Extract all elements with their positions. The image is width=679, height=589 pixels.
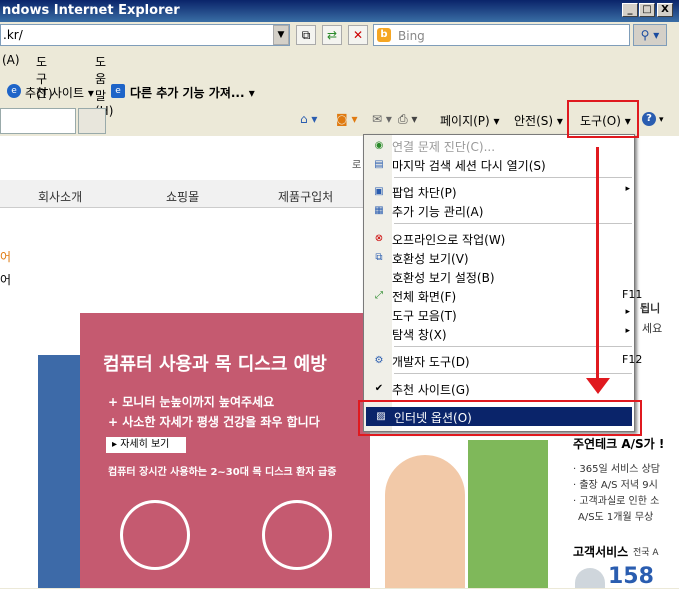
menu-favorites[interactable]: (A) — [2, 53, 20, 67]
as-item: · 고객과실로 인한 소 — [573, 496, 660, 507]
site-nav: 회사소개 쇼핑몰 제품구입처 — [0, 180, 365, 208]
diagnose-icon: ◉ — [374, 140, 384, 151]
feeds-icon[interactable]: ◙ ▾ — [336, 112, 357, 126]
annotation-box-tools — [567, 100, 639, 138]
ie-icon: e — [7, 84, 21, 98]
safety-menu[interactable]: 안전(S) ▾ — [514, 112, 563, 129]
offline-icon: ⊗ — [374, 233, 384, 244]
title-bar: ndows Internet Explorer _ □ X — [0, 0, 679, 22]
cs-label: 고객서비스 — [573, 545, 629, 559]
cs-sub: 전국 A — [633, 548, 659, 558]
annotation-arrowhead — [586, 378, 610, 394]
as-item: A/S도 1개월 무상 — [578, 512, 654, 523]
banner-line: + 사소한 자세가 평생 건강을 좌우 합니다 — [108, 415, 320, 429]
print-icon[interactable]: ⎙ ▾ — [398, 112, 417, 127]
window-title: ndows Internet Explorer — [2, 3, 180, 18]
search-placeholder: Bing — [398, 29, 425, 43]
annotation-arrow — [596, 147, 599, 384]
address-bar[interactable]: .kr/ — [0, 24, 290, 46]
reopen-icon: ▤ — [374, 159, 384, 170]
search-input[interactable]: b Bing — [373, 24, 630, 46]
banner-line: + 모니터 눈높이까지 높여주세요 — [108, 395, 275, 409]
active-tab[interactable] — [0, 108, 76, 134]
bing-icon: b — [377, 28, 391, 42]
page-fragment: 됩니 — [640, 302, 661, 315]
page-fragment: 로 — [352, 160, 362, 171]
minimize-button[interactable]: _ — [622, 3, 638, 17]
page-fragment: 어 — [0, 250, 12, 264]
nav-where-to-buy[interactable]: 제품구입처 — [278, 188, 333, 205]
new-tab-button[interactable] — [78, 108, 106, 134]
as-title: 주연테크 A/S가 ! — [573, 437, 665, 451]
get-addons-link[interactable]: 다른 추가 기능 가져... ▾ — [130, 84, 255, 101]
green-panel — [468, 440, 548, 588]
posture-illustration — [120, 500, 190, 570]
help-dropdown-icon[interactable]: ▾ — [659, 115, 664, 125]
page-fragment: 어 — [0, 273, 12, 287]
more-button[interactable]: ▸ 자세히 보기 — [106, 437, 186, 453]
fullscreen-icon: ⤢ — [375, 290, 383, 301]
compat-icon: ⧉ — [375, 252, 383, 263]
help-icon[interactable]: ? — [642, 112, 656, 126]
mail-icon[interactable]: ✉ ▾ — [372, 112, 392, 126]
suggested-sites-link[interactable]: 추천 사이트 ▾ — [25, 84, 94, 101]
compat-view-icon[interactable]: ⧉ — [296, 25, 316, 45]
home-icon[interactable]: ⌂ ▾ — [300, 112, 317, 126]
page-fragment: 세요 — [642, 322, 663, 335]
address-value: .kr/ — [3, 28, 23, 42]
stop-icon[interactable]: ✕ — [348, 25, 368, 45]
as-item: · 365일 서비스 상담 — [573, 464, 661, 475]
devtools-icon: ⚙ — [374, 355, 384, 366]
refresh-icon[interactable]: ⇄ — [322, 25, 342, 45]
posture-illustration — [262, 500, 332, 570]
check-icon: ✔ — [374, 383, 384, 394]
nav-company[interactable]: 회사소개 — [38, 188, 82, 205]
model-image — [385, 455, 465, 588]
cs-number: 158 — [608, 564, 654, 589]
address-dropdown-icon[interactable]: ▼ — [273, 25, 289, 45]
addons-icon: ▦ — [374, 205, 384, 216]
maximize-button[interactable]: □ — [639, 3, 655, 17]
search-button[interactable]: ⚲ ▾ — [633, 24, 667, 46]
page-icon: e — [111, 84, 125, 98]
banner-note: 컴퓨터 장시간 사용하는 2~30대 목 디스크 환자 급증 — [108, 467, 337, 478]
annotation-box-options — [358, 400, 642, 436]
popup-icon: ▣ — [374, 186, 384, 197]
close-button[interactable]: X — [657, 3, 673, 17]
page-menu[interactable]: 페이지(P) ▾ — [440, 112, 500, 129]
as-item: · 출장 A/S 저녁 9시 — [573, 480, 658, 491]
banner-title: 컴퓨터 사용과 목 디스크 예방 — [103, 354, 327, 375]
nav-shop[interactable]: 쇼핑몰 — [166, 188, 199, 205]
side-banner[interactable] — [38, 355, 80, 588]
